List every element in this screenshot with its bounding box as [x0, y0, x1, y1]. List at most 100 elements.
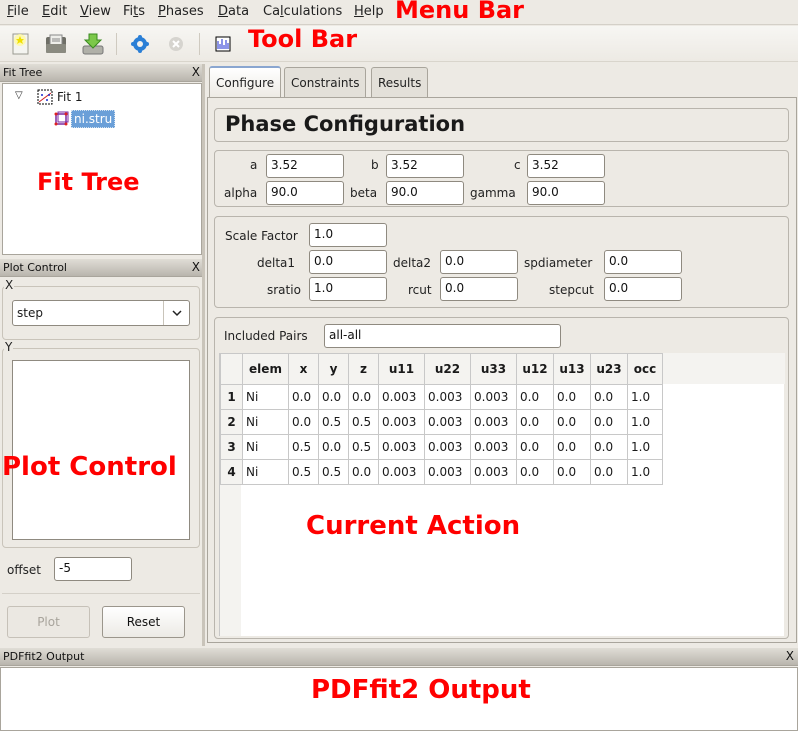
- reset-button[interactable]: Reset: [102, 606, 185, 638]
- table-cell-u11[interactable]: 0.003: [378, 384, 425, 410]
- table-cell-occ[interactable]: 1.0: [627, 409, 663, 435]
- column-header[interactable]: u11: [378, 353, 425, 385]
- included-pairs-input[interactable]: all-all: [324, 324, 561, 348]
- expand-triangle-icon[interactable]: ▽: [15, 90, 23, 101]
- plot-button-disabled[interactable]: Plot: [7, 606, 90, 638]
- table-cell-u12[interactable]: 0.0: [516, 459, 554, 485]
- column-header[interactable]: x: [288, 353, 319, 385]
- table-cell-z[interactable]: 0.0: [348, 384, 379, 410]
- menu-calculations[interactable]: Calculations: [263, 4, 342, 19]
- table-cell-u13[interactable]: 0.0: [553, 459, 591, 485]
- menu-file[interactable]: File: [7, 4, 29, 19]
- table-cell-z[interactable]: 0.0: [348, 459, 379, 485]
- table-cell-y[interactable]: 0.5: [318, 459, 349, 485]
- tree-item-fit[interactable]: Fit 1: [57, 90, 83, 104]
- table-cell-elem[interactable]: Ni: [242, 459, 289, 485]
- stop-button[interactable]: [164, 32, 188, 56]
- menu-edit[interactable]: Edit: [42, 4, 67, 19]
- offset-input[interactable]: -5: [54, 557, 132, 581]
- fit-tree-close-icon[interactable]: X: [192, 65, 200, 79]
- alpha-input[interactable]: 90.0: [266, 181, 344, 205]
- x-select[interactable]: step: [12, 300, 190, 326]
- table-cell-u13[interactable]: 0.0: [553, 409, 591, 435]
- column-header[interactable]: u33: [470, 353, 517, 385]
- sratio-input[interactable]: 1.0: [309, 277, 387, 301]
- menu-fits[interactable]: Fits: [123, 4, 145, 19]
- column-header[interactable]: u12: [516, 353, 554, 385]
- menu-phases[interactable]: Phases: [158, 4, 204, 19]
- save-button[interactable]: [81, 32, 105, 56]
- table-cell-elem[interactable]: Ni: [242, 434, 289, 460]
- open-button[interactable]: [44, 32, 68, 56]
- stepcut-input[interactable]: 0.0: [604, 277, 682, 301]
- tree-item-phase[interactable]: ni.stru: [71, 110, 116, 128]
- column-header[interactable]: u13: [553, 353, 591, 385]
- table-cell-z[interactable]: 0.5: [348, 409, 379, 435]
- table-cell-y[interactable]: 0.5: [318, 409, 349, 435]
- table-cell-u33[interactable]: 0.003: [470, 459, 517, 485]
- beta-input[interactable]: 90.0: [386, 181, 464, 205]
- output-close-icon[interactable]: X: [786, 649, 794, 663]
- column-header[interactable]: elem: [242, 353, 289, 385]
- gamma-input[interactable]: 90.0: [527, 181, 605, 205]
- table-cell-u13[interactable]: 0.0: [553, 434, 591, 460]
- row-header[interactable]: 4: [220, 459, 243, 485]
- table-cell-occ[interactable]: 1.0: [627, 384, 663, 410]
- column-header[interactable]: u23: [590, 353, 628, 385]
- tab-results[interactable]: Results: [371, 67, 429, 97]
- splitter-handle[interactable]: [202, 64, 205, 646]
- b-input[interactable]: 3.52: [386, 154, 464, 178]
- table-cell-x[interactable]: 0.5: [288, 434, 319, 460]
- table-cell-occ[interactable]: 1.0: [627, 434, 663, 460]
- table-cell-u13[interactable]: 0.0: [553, 384, 591, 410]
- tab-configure[interactable]: Configure: [209, 66, 282, 98]
- table-cell-u11[interactable]: 0.003: [378, 459, 425, 485]
- table-cell-u33[interactable]: 0.003: [470, 384, 517, 410]
- table-cell-y[interactable]: 0.0: [318, 384, 349, 410]
- table-cell-u23[interactable]: 0.0: [590, 434, 628, 460]
- column-header[interactable]: y: [318, 353, 349, 385]
- new-fit-button[interactable]: [9, 32, 33, 56]
- rcut-input[interactable]: 0.0: [440, 277, 518, 301]
- table-cell-elem[interactable]: Ni: [242, 409, 289, 435]
- table-cell-u23[interactable]: 0.0: [590, 384, 628, 410]
- table-cell-u23[interactable]: 0.0: [590, 409, 628, 435]
- table-cell-y[interactable]: 0.0: [318, 434, 349, 460]
- a-input[interactable]: 3.52: [266, 154, 344, 178]
- table-cell-u12[interactable]: 0.0: [516, 434, 554, 460]
- table-cell-u22[interactable]: 0.003: [424, 459, 471, 485]
- table-cell-x[interactable]: 0.0: [288, 409, 319, 435]
- column-header[interactable]: u22: [424, 353, 471, 385]
- row-header[interactable]: 1: [220, 384, 243, 410]
- plot-control-close-icon[interactable]: X: [192, 260, 200, 274]
- table-cell-u33[interactable]: 0.003: [470, 409, 517, 435]
- table-cell-x[interactable]: 0.0: [288, 384, 319, 410]
- table-cell-u11[interactable]: 0.003: [378, 409, 425, 435]
- table-cell-u33[interactable]: 0.003: [470, 434, 517, 460]
- table-cell-u23[interactable]: 0.0: [590, 459, 628, 485]
- table-cell-u11[interactable]: 0.003: [378, 434, 425, 460]
- menu-help[interactable]: Help: [354, 4, 384, 19]
- table-cell-z[interactable]: 0.5: [348, 434, 379, 460]
- y-list[interactable]: [12, 360, 190, 540]
- table-cell-u22[interactable]: 0.003: [424, 409, 471, 435]
- table-cell-u12[interactable]: 0.0: [516, 384, 554, 410]
- column-header[interactable]: occ: [627, 353, 663, 385]
- row-header[interactable]: 2: [220, 409, 243, 435]
- run-button[interactable]: [128, 32, 152, 56]
- column-header[interactable]: z: [348, 353, 379, 385]
- spdiameter-input[interactable]: 0.0: [604, 250, 682, 274]
- tab-constraints[interactable]: Constraints: [284, 67, 367, 97]
- table-cell-u22[interactable]: 0.003: [424, 434, 471, 460]
- output-text-area[interactable]: PDFfit2 Output: [0, 667, 798, 731]
- menu-data[interactable]: Data: [218, 4, 249, 19]
- table-cell-u22[interactable]: 0.003: [424, 384, 471, 410]
- scale-factor-input[interactable]: 1.0: [309, 223, 387, 247]
- table-cell-u12[interactable]: 0.0: [516, 409, 554, 435]
- c-input[interactable]: 3.52: [527, 154, 605, 178]
- delta1-input[interactable]: 0.0: [309, 250, 387, 274]
- row-header[interactable]: 3: [220, 434, 243, 460]
- table-cell-x[interactable]: 0.5: [288, 459, 319, 485]
- table-cell-elem[interactable]: Ni: [242, 384, 289, 410]
- plot-button[interactable]: [211, 32, 235, 56]
